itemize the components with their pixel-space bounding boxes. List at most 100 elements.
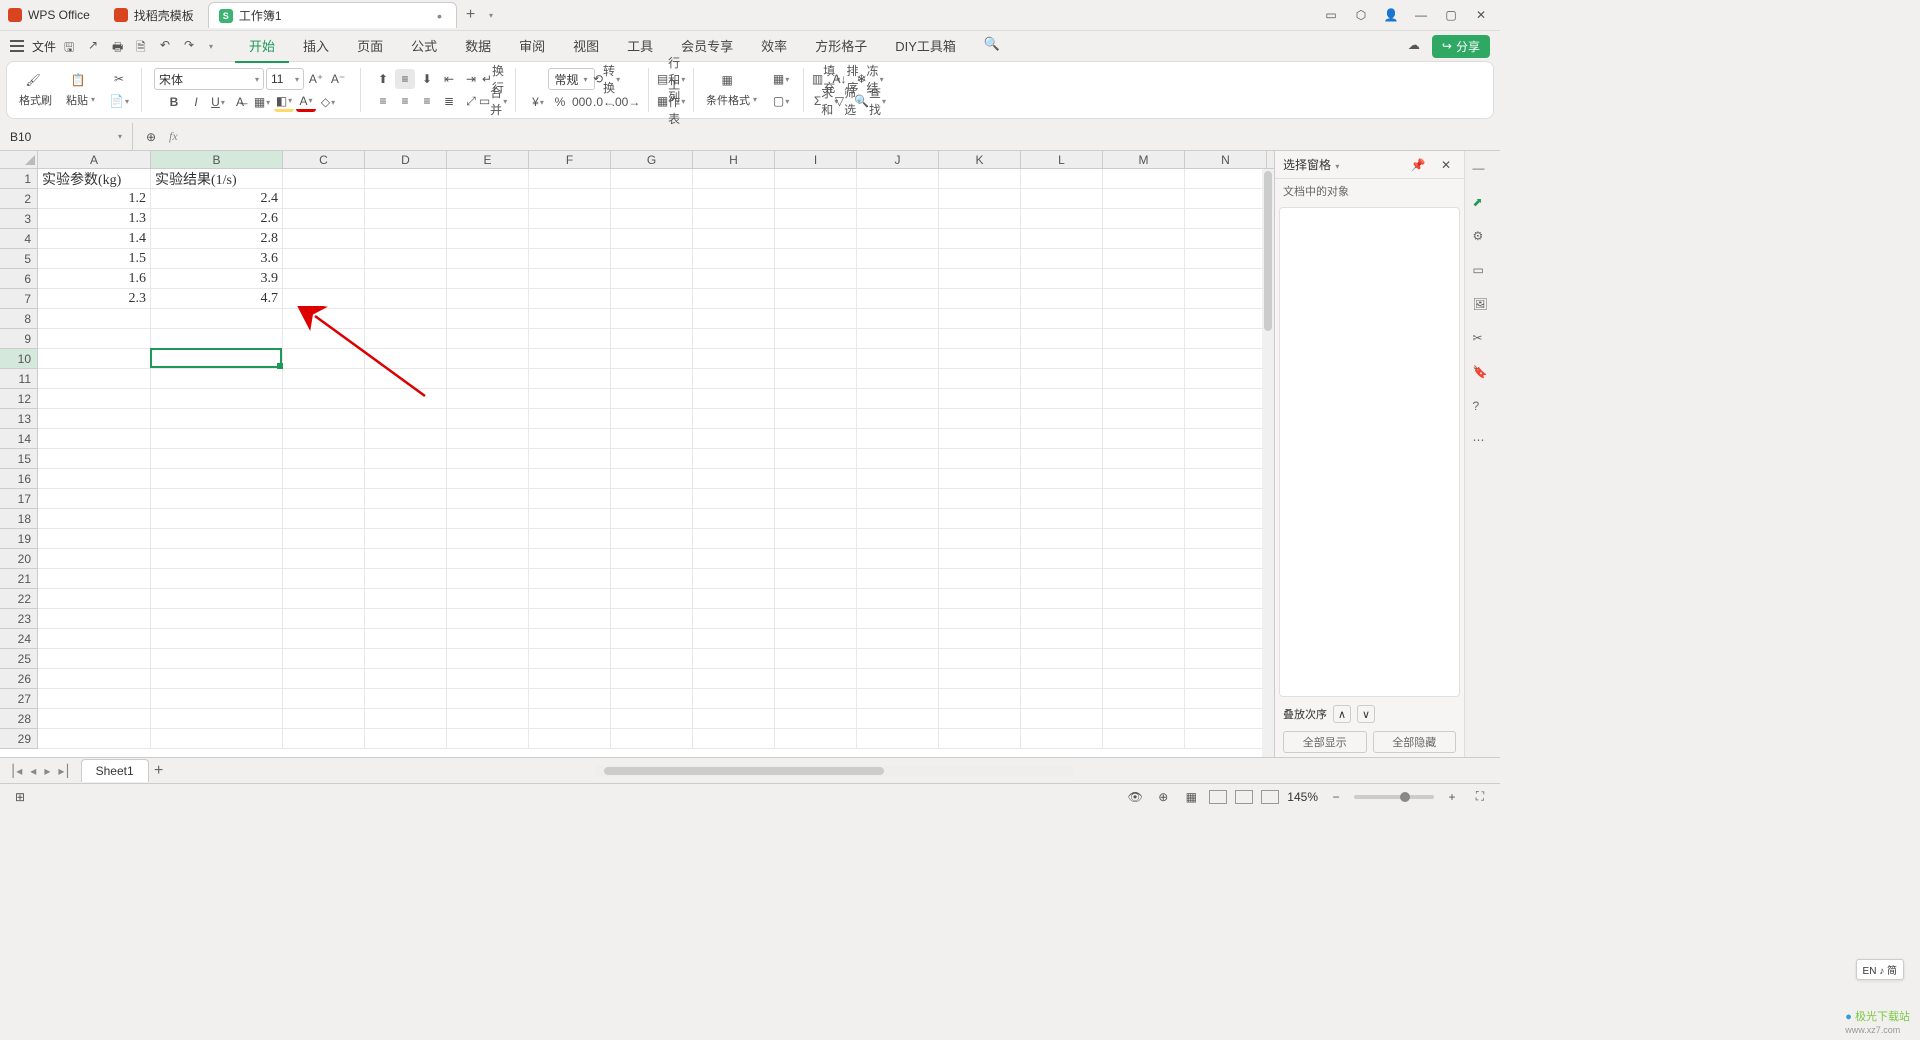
cell-E4[interactable] bbox=[447, 229, 529, 249]
cell-B20[interactable] bbox=[151, 549, 283, 569]
cell-D13[interactable] bbox=[365, 409, 447, 429]
cell-H9[interactable] bbox=[693, 329, 775, 349]
cell-K28[interactable] bbox=[939, 709, 1021, 729]
cell-L22[interactable] bbox=[1021, 589, 1103, 609]
cell-D10[interactable] bbox=[365, 349, 447, 369]
font-name-select[interactable]: 宋体▾ bbox=[154, 68, 264, 90]
view-break-icon[interactable] bbox=[1261, 790, 1279, 804]
sum-button[interactable]: Σ 求和▾ bbox=[816, 91, 836, 111]
cell-H21[interactable] bbox=[693, 569, 775, 589]
cell-N26[interactable] bbox=[1185, 669, 1267, 689]
row-header-18[interactable]: 18 bbox=[0, 509, 37, 529]
cell-I14[interactable] bbox=[775, 429, 857, 449]
cell-C12[interactable] bbox=[283, 389, 365, 409]
cell-I28[interactable] bbox=[775, 709, 857, 729]
cell-D22[interactable] bbox=[365, 589, 447, 609]
file-menu[interactable]: 文件 bbox=[32, 38, 56, 55]
cell-B8[interactable] bbox=[151, 309, 283, 329]
cell-B28[interactable] bbox=[151, 709, 283, 729]
ribbon-tab-fanggz[interactable]: 方形格子 bbox=[801, 30, 881, 63]
ribbon-tab-start[interactable]: 开始 bbox=[235, 30, 289, 63]
status-settings-icon[interactable]: ⊞ bbox=[10, 787, 30, 807]
cell-J1[interactable] bbox=[857, 169, 939, 189]
cell-H4[interactable] bbox=[693, 229, 775, 249]
cell-I22[interactable] bbox=[775, 589, 857, 609]
cell-M11[interactable] bbox=[1103, 369, 1185, 389]
tools-rail-icon[interactable]: ✂ bbox=[1473, 331, 1493, 351]
cell-A5[interactable]: 1.5 bbox=[38, 249, 151, 269]
cell-C2[interactable] bbox=[283, 189, 365, 209]
align-right-icon[interactable]: ≡ bbox=[417, 91, 437, 111]
cell-N18[interactable] bbox=[1185, 509, 1267, 529]
cell-H20[interactable] bbox=[693, 549, 775, 569]
cell-N14[interactable] bbox=[1185, 429, 1267, 449]
cell-H26[interactable] bbox=[693, 669, 775, 689]
cell-N25[interactable] bbox=[1185, 649, 1267, 669]
cell-N9[interactable] bbox=[1185, 329, 1267, 349]
cell-C18[interactable] bbox=[283, 509, 365, 529]
cell-E19[interactable] bbox=[447, 529, 529, 549]
row-header-5[interactable]: 5 bbox=[0, 249, 37, 269]
cell-G13[interactable] bbox=[611, 409, 693, 429]
cell-M10[interactable] bbox=[1103, 349, 1185, 369]
cell-E25[interactable] bbox=[447, 649, 529, 669]
increase-font-icon[interactable]: A⁺ bbox=[306, 69, 326, 89]
cell-K9[interactable] bbox=[939, 329, 1021, 349]
cell-E1[interactable] bbox=[447, 169, 529, 189]
cell-I23[interactable] bbox=[775, 609, 857, 629]
cell-F3[interactable] bbox=[529, 209, 611, 229]
cell-F1[interactable] bbox=[529, 169, 611, 189]
sheet-tab-1[interactable]: Sheet1 bbox=[81, 759, 149, 782]
cell-J24[interactable] bbox=[857, 629, 939, 649]
cell-N3[interactable] bbox=[1185, 209, 1267, 229]
cell-H17[interactable] bbox=[693, 489, 775, 509]
cell-J13[interactable] bbox=[857, 409, 939, 429]
cell-I15[interactable] bbox=[775, 449, 857, 469]
cell-I24[interactable] bbox=[775, 629, 857, 649]
cell-K13[interactable] bbox=[939, 409, 1021, 429]
window-maximize-icon[interactable]: ▢ bbox=[1442, 6, 1460, 24]
cell-I12[interactable] bbox=[775, 389, 857, 409]
cell-I8[interactable] bbox=[775, 309, 857, 329]
cell-J19[interactable] bbox=[857, 529, 939, 549]
cell-B14[interactable] bbox=[151, 429, 283, 449]
merge-button[interactable]: ▭ 合并▾ bbox=[483, 91, 503, 111]
cell-E27[interactable] bbox=[447, 689, 529, 709]
worksheet-button[interactable]: ▦ 工作表▾ bbox=[661, 91, 681, 111]
cell-H11[interactable] bbox=[693, 369, 775, 389]
column-header-C[interactable]: C bbox=[283, 151, 365, 168]
fullscreen-icon[interactable]: ⛶ bbox=[1470, 787, 1490, 807]
cell-M22[interactable] bbox=[1103, 589, 1185, 609]
cell-K27[interactable] bbox=[939, 689, 1021, 709]
cell-J12[interactable] bbox=[857, 389, 939, 409]
layout-rail-icon[interactable]: ▭ bbox=[1473, 263, 1493, 283]
cell-B22[interactable] bbox=[151, 589, 283, 609]
cell-L6[interactable] bbox=[1021, 269, 1103, 289]
cell-K7[interactable] bbox=[939, 289, 1021, 309]
cell-H18[interactable] bbox=[693, 509, 775, 529]
cell-N29[interactable] bbox=[1185, 729, 1267, 749]
pin-icon[interactable]: 📌 bbox=[1408, 155, 1428, 175]
cond-format-button[interactable]: ▦ 条件格式▾ bbox=[702, 71, 761, 110]
cell-B25[interactable] bbox=[151, 649, 283, 669]
cell-E16[interactable] bbox=[447, 469, 529, 489]
column-header-M[interactable]: M bbox=[1103, 151, 1185, 168]
ribbon-tab-insert[interactable]: 插入 bbox=[289, 30, 343, 63]
cell-I16[interactable] bbox=[775, 469, 857, 489]
increase-decimal-icon[interactable]: .00→ bbox=[616, 92, 636, 112]
cell-L7[interactable] bbox=[1021, 289, 1103, 309]
cell-D24[interactable] bbox=[365, 629, 447, 649]
cell-B24[interactable] bbox=[151, 629, 283, 649]
cell-H16[interactable] bbox=[693, 469, 775, 489]
cell-H19[interactable] bbox=[693, 529, 775, 549]
cell-D1[interactable] bbox=[365, 169, 447, 189]
row-header-17[interactable]: 17 bbox=[0, 489, 37, 509]
cell-J3[interactable] bbox=[857, 209, 939, 229]
cell-D18[interactable] bbox=[365, 509, 447, 529]
cell-D20[interactable] bbox=[365, 549, 447, 569]
cell-I29[interactable] bbox=[775, 729, 857, 749]
cell-L4[interactable] bbox=[1021, 229, 1103, 249]
cell-G6[interactable] bbox=[611, 269, 693, 289]
fx-cancel-icon[interactable]: ⊕ bbox=[141, 127, 161, 147]
cell-M8[interactable] bbox=[1103, 309, 1185, 329]
